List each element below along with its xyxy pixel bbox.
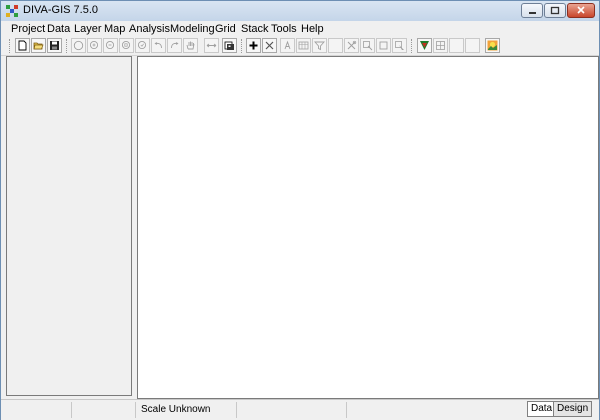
menu-modeling[interactable]: Modeling [170,23,215,35]
identify-button[interactable] [222,38,237,53]
toolbar [1,38,599,56]
zoom-layer-icon [121,40,131,50]
zoom-in-button[interactable] [87,38,102,53]
tab-design[interactable]: Design [553,401,593,417]
zoom-full-icon [73,40,84,51]
menu-bar: Project Data Layer Map Analysis Modeling… [1,21,599,38]
client-area [1,56,599,399]
toolbar-separator [9,39,11,53]
zoom-selection-button[interactable] [135,38,150,53]
measure-distance-button[interactable] [204,38,219,53]
blank-grid-tool-1[interactable] [449,38,464,53]
save-disk-icon [50,41,59,50]
tab-data[interactable]: Data [527,401,557,417]
maximize-icon [550,6,560,15]
new-project-button[interactable] [15,38,30,53]
layer-properties-button[interactable] [280,38,295,53]
save-project-button[interactable] [47,38,62,53]
title-bar[interactable]: DIVA-GIS 7.5.0 [1,1,599,21]
climate-sun-icon [487,40,498,51]
zoom-out-button[interactable] [103,38,118,53]
maximize-button[interactable] [544,3,566,18]
layer-properties-icon [284,40,291,50]
menu-help[interactable]: Help [301,23,324,35]
open-project-button[interactable] [31,38,46,53]
select-rectangle-button[interactable] [376,38,391,53]
grid-color-icon [420,41,429,50]
menu-analysis[interactable]: Analysis [129,23,170,35]
menu-stack[interactable]: Stack [241,23,269,35]
app-window: DIVA-GIS 7.5.0 Project Data Layer Map An… [0,0,600,420]
zoom-out-icon [105,40,115,50]
grid-icon [436,41,445,50]
zoom-next-button[interactable] [167,38,182,53]
filter-funnel-icon [314,41,325,51]
hand-pan-icon [186,41,195,50]
attribute-table-button[interactable] [296,38,311,53]
rectangle-icon [379,41,388,50]
select-features-button[interactable] [360,38,375,53]
zoom-full-button[interactable] [71,38,86,53]
menu-layer[interactable]: Layer [74,23,102,35]
select-pointer-icon [363,41,373,51]
undo-arrow-icon [154,42,162,49]
open-folder-icon [33,42,44,50]
identify-icon [224,41,234,50]
toolbar-separator [66,39,68,53]
redo-arrow-icon [171,42,179,49]
app-logo-icon [6,5,18,17]
query-filter-button[interactable] [312,38,327,53]
menu-data[interactable]: Data [47,23,70,35]
minimize-button[interactable] [521,3,543,18]
menu-tools[interactable]: Tools [271,23,297,35]
new-document-icon [18,40,27,51]
status-divider [71,402,72,418]
add-layer-button[interactable] [246,38,261,53]
scale-status: Scale Unknown [141,404,211,415]
remove-layer-button[interactable] [262,38,277,53]
menu-grid[interactable]: Grid [215,23,236,35]
settings-tools-button[interactable] [344,38,359,53]
climate-tool-button[interactable] [485,38,500,53]
zoom-previous-button[interactable] [151,38,166,53]
zoom-in-icon [89,40,99,50]
blank-grid-tool-2[interactable] [465,38,480,53]
toolbar-separator [241,39,243,53]
grid-analysis-button[interactable] [417,38,432,53]
close-button[interactable] [567,3,595,18]
grid-view-button[interactable] [433,38,448,53]
window-title: DIVA-GIS 7.5.0 [23,4,98,16]
plus-icon [249,41,258,50]
zoom-selection-icon [137,40,147,50]
blank-tool-button[interactable] [328,38,343,53]
close-x-icon [265,41,274,50]
pan-button[interactable] [183,38,198,53]
close-icon [577,6,585,14]
measure-arrow-icon [206,43,217,48]
clear-selection-icon [395,41,404,50]
clear-selection-button[interactable] [392,38,407,53]
map-canvas[interactable] [137,56,599,399]
layer-legend-panel[interactable] [6,56,132,396]
minimize-icon [529,12,536,14]
menu-project[interactable]: Project [11,23,45,35]
toolbar-separator [411,39,413,53]
status-divider [236,402,237,418]
status-bar: Scale Unknown Data Design [1,399,599,420]
tools-icon [347,40,357,50]
zoom-layer-button[interactable] [119,38,134,53]
table-grid-icon [298,41,309,50]
status-divider [346,402,347,418]
menu-map[interactable]: Map [104,23,125,35]
status-divider [135,402,136,418]
